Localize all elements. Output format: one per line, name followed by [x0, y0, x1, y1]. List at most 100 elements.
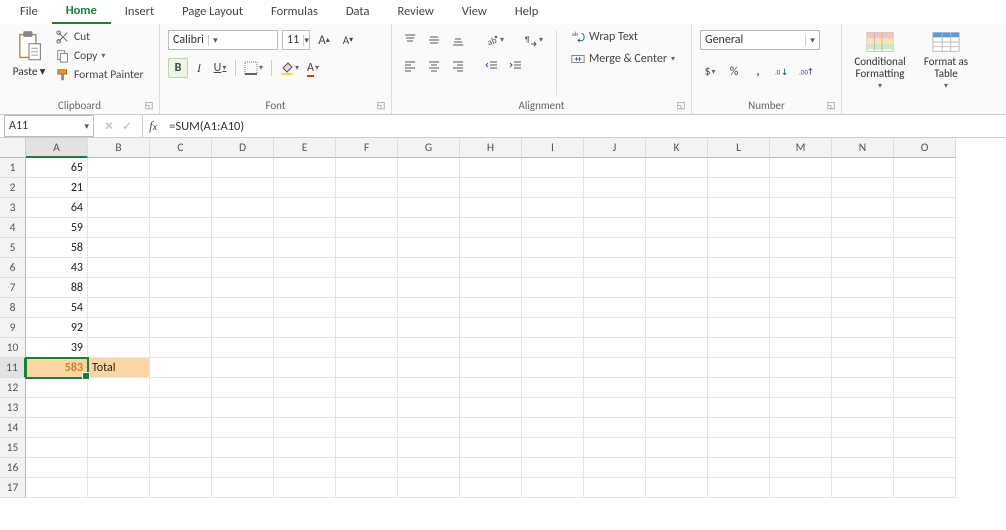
orientation-button[interactable]: ab▾	[482, 30, 507, 50]
cell-A9[interactable]: 92	[26, 318, 88, 338]
cell-H8[interactable]	[460, 298, 522, 318]
cell-L3[interactable]	[708, 198, 770, 218]
cell-L10[interactable]	[708, 338, 770, 358]
cell-E7[interactable]	[274, 278, 336, 298]
cell-A16[interactable]	[26, 458, 88, 478]
cell-K14[interactable]	[646, 418, 708, 438]
cell-O9[interactable]	[894, 318, 956, 338]
enter-formula-button[interactable]: ✓	[122, 119, 132, 134]
cell-C14[interactable]	[150, 418, 212, 438]
cell-I15[interactable]	[522, 438, 584, 458]
cell-H12[interactable]	[460, 378, 522, 398]
cell-K15[interactable]	[646, 438, 708, 458]
cell-C7[interactable]	[150, 278, 212, 298]
decrease-font-button[interactable]: A▾	[338, 30, 358, 50]
cancel-formula-button[interactable]: ✕	[104, 119, 114, 134]
cell-N13[interactable]	[832, 398, 894, 418]
cell-D17[interactable]	[212, 478, 274, 498]
dialog-launcher-icon[interactable]: ◱	[825, 100, 837, 112]
cell-C4[interactable]	[150, 218, 212, 238]
cell-J11[interactable]	[584, 358, 646, 378]
cell-L7[interactable]	[708, 278, 770, 298]
cell-E3[interactable]	[274, 198, 336, 218]
conditional-formatting-button[interactable]: Conditional Formatting▾	[850, 28, 910, 110]
cell-L15[interactable]	[708, 438, 770, 458]
cell-D3[interactable]	[212, 198, 274, 218]
cell-H11[interactable]	[460, 358, 522, 378]
cell-J14[interactable]	[584, 418, 646, 438]
cell-G2[interactable]	[398, 178, 460, 198]
cell-M2[interactable]	[770, 178, 832, 198]
align-bottom-button[interactable]	[448, 30, 468, 50]
cell-K1[interactable]	[646, 158, 708, 178]
cell-C12[interactable]	[150, 378, 212, 398]
cell-F10[interactable]	[336, 338, 398, 358]
col-header-J[interactable]: J	[584, 138, 646, 158]
cell-J17[interactable]	[584, 478, 646, 498]
cell-O4[interactable]	[894, 218, 956, 238]
tab-home[interactable]: Home	[52, 0, 111, 24]
cell-N16[interactable]	[832, 458, 894, 478]
row-header-9[interactable]: 9	[0, 318, 26, 338]
cell-G4[interactable]	[398, 218, 460, 238]
cell-O12[interactable]	[894, 378, 956, 398]
cell-G7[interactable]	[398, 278, 460, 298]
cell-D7[interactable]	[212, 278, 274, 298]
select-all-corner[interactable]	[0, 138, 26, 158]
cell-M8[interactable]	[770, 298, 832, 318]
cell-E11[interactable]	[274, 358, 336, 378]
cell-A12[interactable]	[26, 378, 88, 398]
cell-M16[interactable]	[770, 458, 832, 478]
cell-F13[interactable]	[336, 398, 398, 418]
cell-G16[interactable]	[398, 458, 460, 478]
cell-A4[interactable]: 59	[26, 218, 88, 238]
cell-E14[interactable]	[274, 418, 336, 438]
cell-A2[interactable]: 21	[26, 178, 88, 198]
row-header-12[interactable]: 12	[0, 378, 26, 398]
cell-J16[interactable]	[584, 458, 646, 478]
cell-L13[interactable]	[708, 398, 770, 418]
cell-L1[interactable]	[708, 158, 770, 178]
cell-E8[interactable]	[274, 298, 336, 318]
cell-E5[interactable]	[274, 238, 336, 258]
cell-H15[interactable]	[460, 438, 522, 458]
cell-O15[interactable]	[894, 438, 956, 458]
cell-A11[interactable]: 583	[26, 358, 88, 378]
fx-icon[interactable]: fx	[143, 118, 163, 134]
cell-I13[interactable]	[522, 398, 584, 418]
cell-J5[interactable]	[584, 238, 646, 258]
cell-D9[interactable]	[212, 318, 274, 338]
cell-O2[interactable]	[894, 178, 956, 198]
cell-A8[interactable]: 54	[26, 298, 88, 318]
cell-O17[interactable]	[894, 478, 956, 498]
cell-I2[interactable]	[522, 178, 584, 198]
cell-O7[interactable]	[894, 278, 956, 298]
cell-C9[interactable]	[150, 318, 212, 338]
cell-B16[interactable]	[88, 458, 150, 478]
cell-D11[interactable]	[212, 358, 274, 378]
cell-C13[interactable]	[150, 398, 212, 418]
cell-F15[interactable]	[336, 438, 398, 458]
cell-A13[interactable]	[26, 398, 88, 418]
cell-F12[interactable]	[336, 378, 398, 398]
decrease-indent-button[interactable]	[482, 56, 502, 76]
cell-J13[interactable]	[584, 398, 646, 418]
cell-J12[interactable]	[584, 378, 646, 398]
cell-B2[interactable]	[88, 178, 150, 198]
cell-K2[interactable]	[646, 178, 708, 198]
col-header-C[interactable]: C	[150, 138, 212, 158]
cell-E4[interactable]	[274, 218, 336, 238]
bold-button[interactable]: B	[168, 58, 188, 78]
cell-M7[interactable]	[770, 278, 832, 298]
col-header-F[interactable]: F	[336, 138, 398, 158]
tab-review[interactable]: Review	[383, 1, 447, 23]
cell-A17[interactable]	[26, 478, 88, 498]
cell-M6[interactable]	[770, 258, 832, 278]
cell-M5[interactable]	[770, 238, 832, 258]
cell-E9[interactable]	[274, 318, 336, 338]
col-header-O[interactable]: O	[894, 138, 956, 158]
cell-H16[interactable]	[460, 458, 522, 478]
tab-help[interactable]: Help	[501, 1, 552, 23]
row-header-4[interactable]: 4	[0, 218, 26, 238]
cell-K9[interactable]	[646, 318, 708, 338]
